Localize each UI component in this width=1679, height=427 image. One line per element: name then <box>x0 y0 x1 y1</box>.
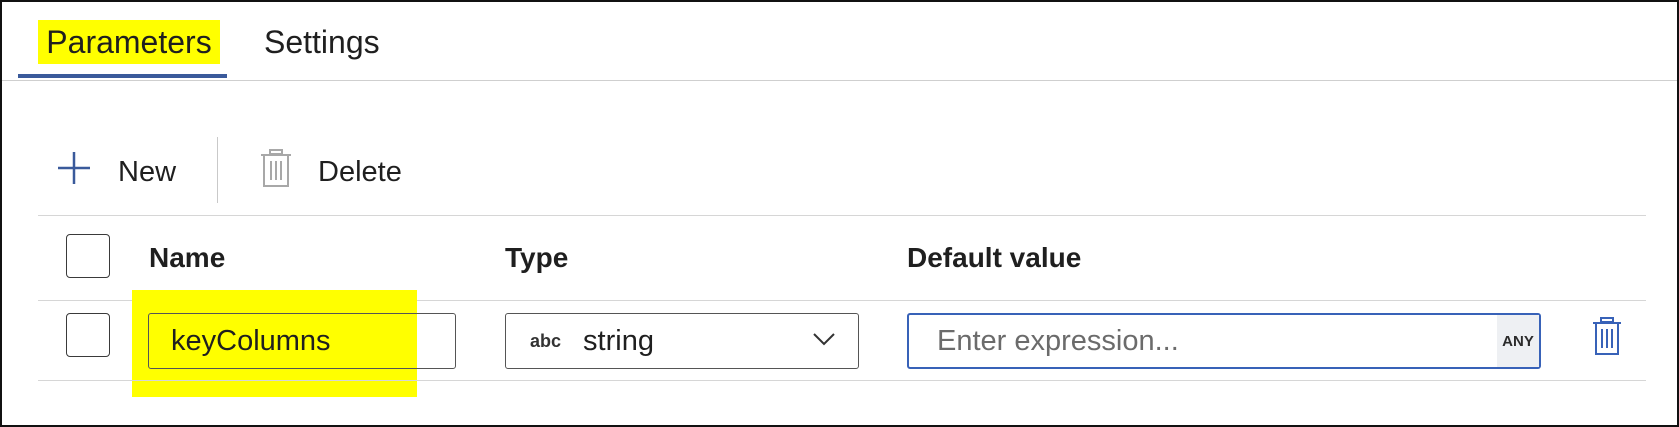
column-header-type: Type <box>505 242 569 273</box>
parameters-panel: Parameters Settings New Delete Name Type… <box>0 0 1679 427</box>
tab-settings[interactable]: Settings <box>264 20 380 64</box>
column-header-name: Name <box>149 242 226 273</box>
table-top-border <box>38 215 1646 216</box>
delete-button[interactable]: Delete <box>260 142 402 202</box>
column-header-default-value: Default value <box>907 242 1082 273</box>
new-button[interactable]: New <box>56 142 176 202</box>
row-bottom-border <box>38 380 1646 381</box>
active-tab-indicator <box>18 74 227 78</box>
default-value-input[interactable] <box>909 315 1487 367</box>
default-value-field[interactable]: ANY <box>907 313 1541 369</box>
new-button-label: New <box>118 155 177 188</box>
type-selected-value: string <box>583 324 654 357</box>
toolbar-separator <box>217 137 218 203</box>
trash-icon <box>260 149 292 195</box>
string-type-icon: abc <box>530 330 562 351</box>
trash-icon <box>1592 317 1622 359</box>
tab-divider <box>2 80 1677 81</box>
parameter-name-input[interactable] <box>148 313 456 369</box>
tab-parameters[interactable]: Parameters <box>38 20 220 64</box>
select-all-checkbox[interactable] <box>66 234 110 278</box>
row-delete-button[interactable] <box>1592 317 1622 360</box>
delete-button-label: Delete <box>318 155 402 188</box>
chevron-down-icon <box>812 332 836 351</box>
any-type-badge: ANY <box>1497 315 1539 367</box>
row-checkbox[interactable] <box>66 313 110 357</box>
plus-icon <box>56 150 92 194</box>
parameter-type-dropdown[interactable]: abc string <box>505 313 859 369</box>
